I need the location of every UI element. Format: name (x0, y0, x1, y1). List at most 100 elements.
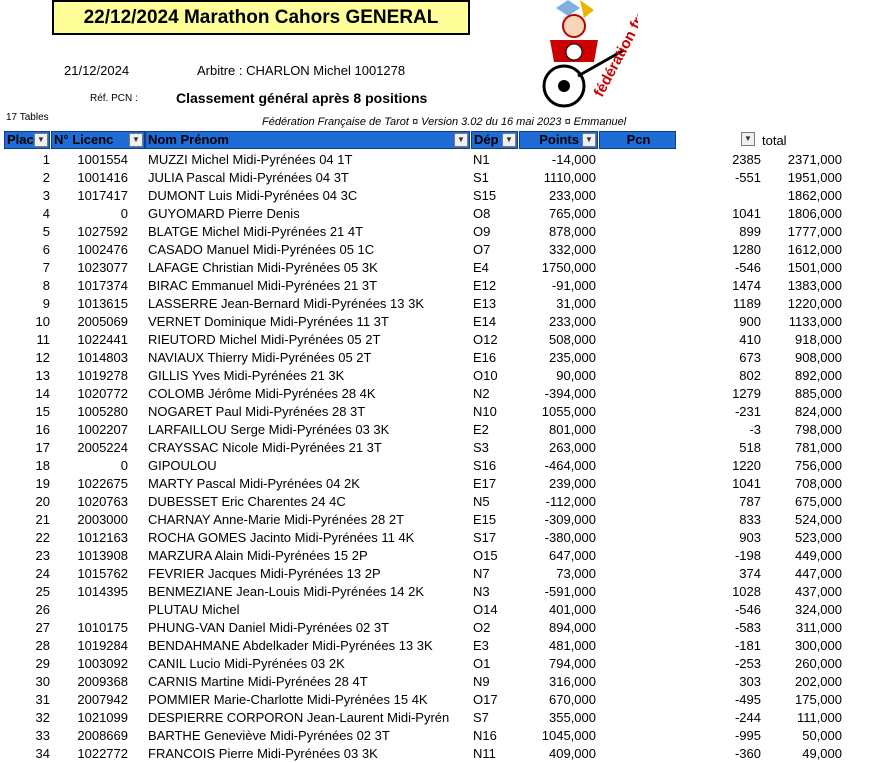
table-row: 30 2009368 CARNIS Martine Midi-Pyrénées 28… (0, 673, 850, 691)
filter-licence-chevron-down-icon[interactable]: ▼ (129, 133, 143, 147)
cell-total: 675,000 (795, 494, 842, 509)
cell-place: 9 (42, 296, 50, 311)
cell-pcn: 673 (739, 350, 761, 365)
table-row: 2 1001416 JULIA Pascal Midi-Pyrénées 04 3T… (0, 169, 850, 187)
cell-dep: O2 (473, 620, 491, 635)
table-row: 5 1027592 BLATGE Michel Midi-Pyrénées 21 4… (0, 223, 850, 241)
table-row: 4 0 GUYOMARD Pierre Denis O8 765,000 1041 1806… (0, 205, 850, 223)
cell-pcn: 1041 (732, 476, 761, 491)
cell-nom: MARTY Pascal Midi-Pyrénées 04 2K (148, 476, 360, 491)
cell-total: 449,000 (795, 548, 842, 563)
cell-points: -394,000 (544, 386, 596, 401)
arbitre-label: Arbitre : CHARLON Michel 1001278 (197, 63, 406, 78)
cell-points: 409,000 (549, 746, 596, 761)
filter-nom-chevron-down-icon[interactable]: ▼ (454, 133, 468, 147)
filter-total-chevron-down-icon[interactable]: ▼ (741, 132, 755, 146)
table-row: 20 1020763 DUBESSET Eric Charentes 24 4C N5… (0, 493, 850, 511)
filter-points-chevron-down-icon[interactable]: ▼ (582, 133, 596, 147)
table-row: 6 1002476 CASADO Manuel Midi-Pyrénées 05 1… (0, 241, 850, 259)
cell-place: 8 (42, 278, 50, 293)
cell-points: -380,000 (544, 530, 596, 545)
cell-place: 6 (42, 242, 50, 257)
table-row: 18 0 GIPOULOU S16 -464,000 1220 756,000 (0, 457, 850, 475)
cell-pcn: -253 (734, 656, 761, 671)
cell-dep: N2 (473, 386, 490, 401)
cell-points: 1110,000 (543, 170, 596, 185)
cell-place: 26 (35, 602, 50, 617)
cell-total: 1862,000 (787, 188, 842, 203)
cell-nom: LAFAGE Christian Midi-Pyrénées 05 3K (148, 260, 378, 275)
cell-dep: E12 (473, 278, 497, 293)
cell-total: 824,000 (795, 404, 842, 419)
col-points-label: Points (539, 132, 579, 147)
filter-place-chevron-down-icon[interactable]: ▼ (34, 133, 48, 147)
col-dep[interactable]: Dép ▼ (471, 131, 518, 149)
cell-total: 885,000 (795, 386, 842, 401)
cell-total: 756,000 (795, 458, 842, 473)
cell-dep: S3 (473, 440, 489, 455)
col-place[interactable]: Plac ▼ (4, 131, 50, 149)
cell-dep: E13 (473, 296, 497, 311)
cell-pcn: 1474 (732, 278, 761, 293)
cell-pcn: -583 (734, 620, 761, 635)
cell-points: 1750,000 (541, 260, 596, 275)
cell-pcn: -551 (734, 170, 761, 185)
table-row: 7 1023077 LAFAGE Christian Midi-Pyrénées 0… (0, 259, 850, 277)
cell-licence: 1014395 (77, 584, 128, 599)
table-row: 33 2008669 BARTHE Geneviève Midi-Pyrénées … (0, 727, 850, 745)
cell-nom: COLOMB Jérôme Midi-Pyrénées 28 4K (148, 386, 376, 401)
table-row: 13 1019278 GILLIS Yves Midi-Pyrénées 21 3K… (0, 367, 850, 385)
cell-licence: 2005224 (77, 440, 128, 455)
cell-points: 73,000 (556, 566, 596, 581)
cell-place: 3 (42, 188, 50, 203)
cell-pcn: 2385 (732, 152, 761, 167)
col-pcn-label: Pcn (626, 132, 651, 147)
event-date: 21/12/2024 (64, 63, 130, 78)
cell-pcn: -546 (734, 260, 761, 275)
cell-dep: N10 (473, 404, 497, 419)
cell-licence: 2003000 (77, 512, 128, 527)
cell-nom: GIPOULOU (148, 458, 217, 473)
cell-dep: N16 (473, 728, 497, 743)
cell-nom: BENMEZIANE Jean-Louis Midi-Pyrénées 14 2… (148, 584, 425, 599)
filter-dep-chevron-down-icon[interactable]: ▼ (502, 133, 516, 147)
cell-licence: 1002476 (77, 242, 128, 257)
col-licence[interactable]: N° Licenc ▼ (51, 131, 145, 149)
cell-nom: POMMIER Marie-Charlotte Midi-Pyrénées 15… (148, 692, 428, 707)
col-points[interactable]: Points ▼ (519, 131, 598, 149)
cell-nom: PHUNG-VAN Daniel Midi-Pyrénées 02 3T (148, 620, 390, 635)
cell-total: 781,000 (795, 440, 842, 455)
cell-dep: O10 (473, 368, 498, 383)
cell-licence: 1021099 (77, 710, 128, 725)
cell-place: 12 (35, 350, 50, 365)
cell-total: 300,000 (795, 638, 842, 653)
col-nom[interactable]: Nom Prénom ▼ (145, 131, 470, 149)
table-row: 32 1021099 DESPIERRE CORPORON Jean-Laurent… (0, 709, 850, 727)
cell-dep: N7 (473, 566, 490, 581)
cell-place: 17 (35, 440, 50, 455)
cell-pcn: 1220 (732, 458, 761, 473)
cell-total: 1220,000 (787, 296, 842, 311)
page-title: 22/12/2024 Marathon Cahors GENERAL (52, 0, 470, 35)
cell-points: 235,000 (549, 350, 596, 365)
cell-place: 10 (35, 314, 50, 329)
cell-dep: E14 (473, 314, 497, 329)
cell-points: 894,000 (549, 620, 596, 635)
cell-place: 24 (35, 566, 50, 581)
tables-count: 17 Tables (6, 112, 49, 123)
cell-licence: 1027592 (77, 224, 128, 239)
cell-total: 1612,000 (787, 242, 842, 257)
cell-dep: E15 (473, 512, 497, 527)
cell-place: 30 (35, 674, 50, 689)
cell-total: 324,000 (795, 602, 842, 617)
cell-nom: BLATGE Michel Midi-Pyrénées 21 4T (148, 224, 364, 239)
cell-licence: 1003092 (77, 656, 128, 671)
cell-total: 1501,000 (787, 260, 842, 275)
ref-pcn-label: Réf. PCN : (90, 93, 138, 104)
cell-licence: 1001554 (77, 152, 128, 167)
cell-points: 31,000 (556, 296, 596, 311)
cell-nom: RIEUTORD Michel Midi-Pyrénées 05 2T (148, 332, 381, 347)
col-pcn[interactable]: Pcn (599, 131, 676, 149)
cell-pcn: 1041 (732, 206, 761, 221)
cell-pcn: 518 (739, 440, 761, 455)
